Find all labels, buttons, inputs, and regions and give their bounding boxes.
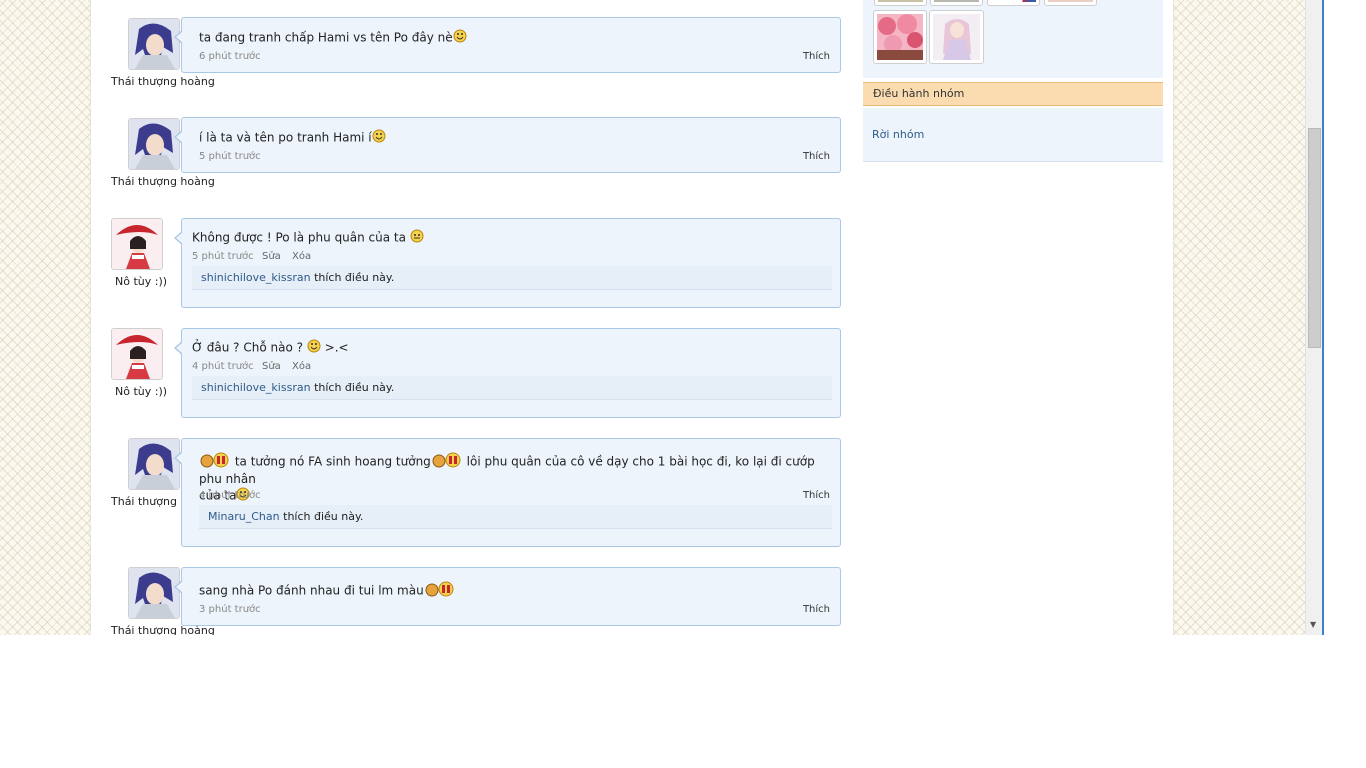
like-button[interactable]: Thích xyxy=(803,151,830,162)
grin-emoticon-icon xyxy=(453,29,467,47)
comment-bubble: í là ta và tên po tranh Hami í 5 phút tr… xyxy=(174,117,841,173)
like-button[interactable]: Thích xyxy=(803,604,830,615)
browser-viewport: Thái thượng hoàng ta đang tranh chấp Ham… xyxy=(0,0,1322,635)
gallery-thumbnail[interactable] xyxy=(1044,0,1097,6)
gallery-thumbnail[interactable] xyxy=(930,0,983,6)
like-button[interactable]: Thích xyxy=(803,490,830,501)
sidebar: Điều hành nhóm Rời nhóm xyxy=(863,0,1163,162)
like-button[interactable]: Thích xyxy=(803,51,830,62)
comment-text: Không được ! Po là phu quân của ta xyxy=(192,229,424,247)
scroll-down-arrow-icon[interactable]: ▼ xyxy=(1310,620,1316,629)
moderation-header: Điều hành nhóm xyxy=(863,82,1163,106)
liker-link[interactable]: shinichilove_kissran xyxy=(201,381,311,394)
anime-girl-image xyxy=(933,14,980,60)
gallery-thumbnail[interactable] xyxy=(929,10,984,64)
comment-bubble: Ở đâu ? Chỗ nào ? >.< 4 phút trước Sửa X… xyxy=(174,328,841,418)
comment-text: ta đang tranh chấp Hami vs tên Po đây nè xyxy=(199,29,467,47)
comment-text-part: ta tưởng nó FA sinh hoang tưởng xyxy=(234,454,431,469)
avatar[interactable] xyxy=(128,567,180,619)
vertical-scrollbar[interactable]: ▼ xyxy=(1305,0,1322,635)
delete-link[interactable]: Xóa xyxy=(292,251,311,262)
comment-time: 6 phút trước xyxy=(199,51,261,62)
fighting-emoticon-icon xyxy=(431,452,463,472)
comment-bubble: ta tưởng nó FA sinh hoang tưởng lôi phu … xyxy=(174,438,841,547)
comment-text: Ở đâu ? Chỗ nào ? >.< xyxy=(192,339,349,357)
gallery-thumbnail[interactable] xyxy=(874,0,927,6)
comment-bubble: ta đang tranh chấp Hami vs tên Po đây nè… xyxy=(174,17,841,73)
moderation-panel: Rời nhóm xyxy=(863,108,1163,162)
comment-text: sang nhà Po đánh nhau đi tui lm màu xyxy=(199,581,456,601)
avatar[interactable] xyxy=(111,218,163,270)
comment-author[interactable]: Thái thượng hoàng xyxy=(111,495,181,508)
likes-suffix: thích điều này. xyxy=(314,381,395,394)
leave-group-link[interactable]: Rời nhóm xyxy=(872,128,924,141)
comment-bubble: sang nhà Po đánh nhau đi tui lm màu 3 ph… xyxy=(174,567,841,626)
likes-summary: Minaru_Chan thích điều này. xyxy=(199,505,832,529)
liker-link[interactable]: shinichilove_kissran xyxy=(201,271,311,284)
comment-text-tail: >.< xyxy=(324,340,349,355)
likes-suffix: thích điều này. xyxy=(283,510,364,523)
avatar[interactable] xyxy=(111,328,163,380)
grin-emoticon-icon xyxy=(307,339,321,357)
comment-text-body: Không được ! Po là phu quân của ta xyxy=(192,230,406,245)
window-border xyxy=(1322,0,1324,635)
grin-emoticon-icon xyxy=(372,129,386,147)
likes-summary: shinichilove_kissran thích điều này. xyxy=(192,376,832,400)
comment-time: 4 phút trước xyxy=(199,490,261,501)
gallery-thumbnail[interactable] xyxy=(873,10,927,64)
likes-summary: shinichilove_kissran thích điều này. xyxy=(192,266,832,290)
edit-link[interactable]: Sửa xyxy=(262,251,281,262)
comment-time: 5 phút trước xyxy=(199,151,261,162)
avatar[interactable] xyxy=(128,18,180,70)
comment-text-body: ta đang tranh chấp Hami vs tên Po đây nè xyxy=(199,30,453,45)
comment-author[interactable]: Nô tùy :)) xyxy=(115,275,167,288)
scrollbar-thumb[interactable] xyxy=(1308,128,1321,348)
gallery-thumbnail[interactable] xyxy=(987,0,1040,6)
comment-author[interactable]: Nô tùy :)) xyxy=(115,385,167,398)
comment-text-body: í là ta và tên po tranh Hami í xyxy=(199,130,372,145)
comment-bubble: Không được ! Po là phu quân của ta 5 phú… xyxy=(174,218,841,308)
comment-author[interactable]: Thái thượng hoàng xyxy=(111,75,215,88)
smile-emoticon-icon xyxy=(410,229,424,247)
page-content: Thái thượng hoàng ta đang tranh chấp Ham… xyxy=(91,0,1173,635)
comment-text-body: sang nhà Po đánh nhau đi tui lm màu xyxy=(199,583,424,598)
likes-suffix: thích điều này. xyxy=(314,271,395,284)
comment-text: í là ta và tên po tranh Hami í xyxy=(199,129,386,147)
comment-time: 5 phút trước xyxy=(192,251,254,262)
comment-time: 4 phút trước xyxy=(192,361,254,372)
avatar[interactable] xyxy=(128,118,180,170)
avatar[interactable] xyxy=(128,438,180,490)
comment-text-body: Ở đâu ? Chỗ nào ? xyxy=(192,340,303,355)
fighting-emoticon-icon xyxy=(424,581,456,601)
comment-author[interactable]: Thái thượng hoàng xyxy=(111,175,215,188)
liker-link[interactable]: Minaru_Chan xyxy=(208,510,280,523)
edit-link[interactable]: Sửa xyxy=(262,361,281,372)
delete-link[interactable]: Xóa xyxy=(292,361,311,372)
comment-text: ta tưởng nó FA sinh hoang tưởng lôi phu … xyxy=(199,452,839,505)
fighting-emoticon-icon xyxy=(199,452,231,472)
comment-time: 3 phút trước xyxy=(199,604,261,615)
cherry-blossom-image xyxy=(877,14,923,60)
